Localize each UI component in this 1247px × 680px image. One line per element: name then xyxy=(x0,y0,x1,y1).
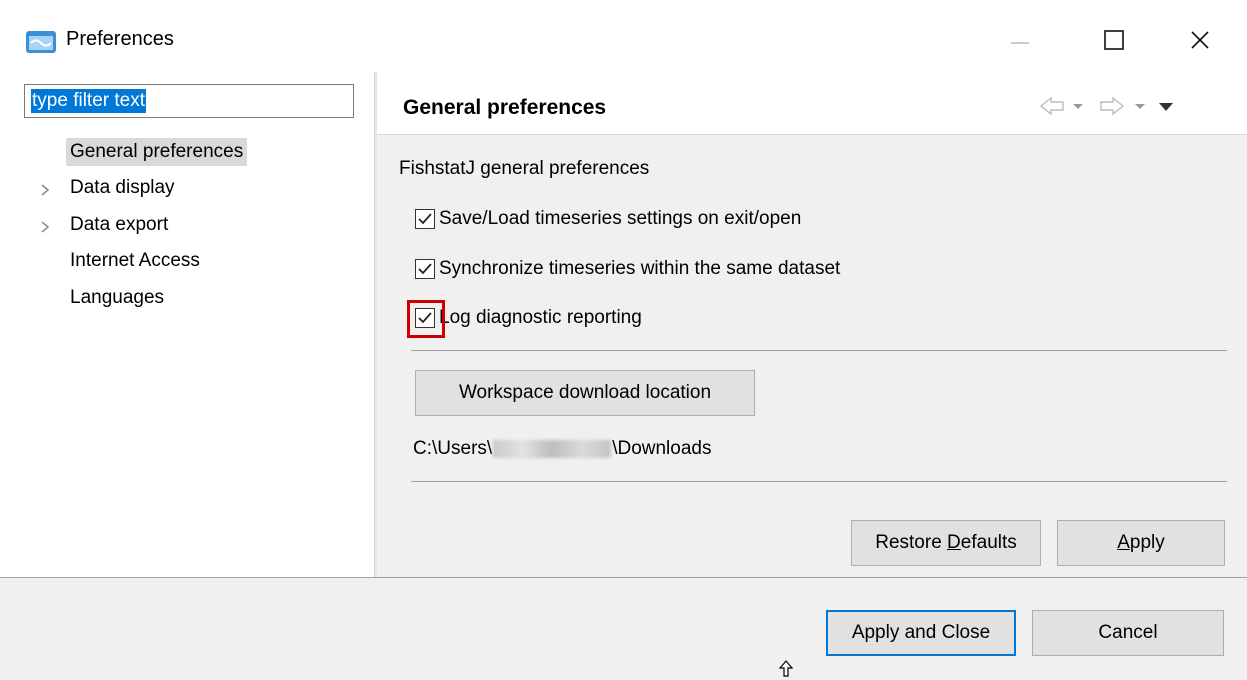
chevron-right-icon[interactable] xyxy=(38,181,52,199)
tree-item-general-preferences[interactable]: General preferences xyxy=(66,138,248,166)
filter-input[interactable]: type filter text xyxy=(24,84,354,118)
option-label: Synchronize timeseries within the same d… xyxy=(439,258,841,279)
close-button[interactable] xyxy=(1170,14,1230,66)
minimize-button[interactable] xyxy=(990,14,1050,66)
maximize-icon xyxy=(1104,30,1124,50)
option-label: Save/Load timeseries settings on exit/op… xyxy=(439,208,802,229)
restore-defaults-button[interactable]: Restore Defaults xyxy=(851,520,1041,566)
history-navigation xyxy=(1039,96,1173,116)
preference-page: General preferences FishstatJ general pr… xyxy=(377,72,1247,577)
path-suffix: \Downloads xyxy=(612,438,712,459)
option-label: Log diagnostic reporting xyxy=(439,307,642,328)
maximize-button[interactable] xyxy=(1084,14,1144,66)
preferences-app-icon xyxy=(26,31,56,53)
workspace-download-location-button[interactable]: Workspace download location xyxy=(415,370,755,416)
tree-item-internet-access[interactable]: Internet Access xyxy=(70,247,200,275)
checkbox[interactable] xyxy=(415,259,435,279)
filter-input-text: type filter text xyxy=(31,89,146,113)
tree-item-data-export[interactable]: Data export xyxy=(70,211,168,239)
apply-button[interactable]: Apply xyxy=(1057,520,1225,566)
restore-defaults-mnemonic: D xyxy=(947,532,961,553)
mouse-pointer-icon xyxy=(778,660,794,677)
redacted-username xyxy=(493,440,612,458)
checkbox[interactable] xyxy=(415,209,435,229)
restore-defaults-label-prefix: Restore xyxy=(875,532,948,553)
view-menu-dropdown-icon[interactable] xyxy=(1159,103,1173,111)
chevron-right-icon[interactable] xyxy=(38,218,52,236)
back-history-dropdown-icon[interactable] xyxy=(1073,104,1083,109)
window-title: Preferences xyxy=(66,28,174,50)
highlight-frame xyxy=(407,300,445,338)
minimize-icon xyxy=(1011,42,1029,44)
tree-item-languages[interactable]: Languages xyxy=(70,284,164,312)
separator xyxy=(411,481,1227,482)
back-arrow-icon[interactable] xyxy=(1039,96,1064,116)
option-log-diagnostic-reporting[interactable]: Log diagnostic reporting xyxy=(407,300,642,338)
apply-and-close-button[interactable]: Apply and Close xyxy=(826,610,1016,656)
tree-item-data-display[interactable]: Data display xyxy=(70,174,175,202)
option-save-load-settings[interactable]: Save/Load timeseries settings on exit/op… xyxy=(415,205,801,233)
section-label: FishstatJ general preferences xyxy=(399,158,650,179)
page-header: General preferences xyxy=(377,72,1247,135)
preferences-navigation-pane: type filter text General preferences Dat… xyxy=(0,72,375,577)
cancel-button[interactable]: Cancel xyxy=(1032,610,1224,656)
checkmark-icon xyxy=(418,213,432,225)
apply-label-suffix: pply xyxy=(1129,532,1165,553)
close-icon xyxy=(1191,31,1209,49)
restore-defaults-label-suffix: efaults xyxy=(960,532,1017,553)
download-path: C:\Users\ \Downloads xyxy=(413,438,711,460)
apply-mnemonic: A xyxy=(1117,532,1130,553)
forward-arrow-icon[interactable] xyxy=(1100,96,1125,116)
path-prefix: C:\Users\ xyxy=(413,438,493,459)
page-title: General preferences xyxy=(403,96,607,119)
separator xyxy=(411,350,1227,351)
forward-history-dropdown-icon[interactable] xyxy=(1135,104,1145,109)
window-titlebar: Preferences xyxy=(0,0,1247,76)
dialog-footer: Apply and Close Cancel xyxy=(0,578,1247,680)
checkmark-icon xyxy=(418,263,432,275)
checkbox[interactable] xyxy=(407,300,445,338)
option-synchronize-timeseries[interactable]: Synchronize timeseries within the same d… xyxy=(415,255,840,283)
